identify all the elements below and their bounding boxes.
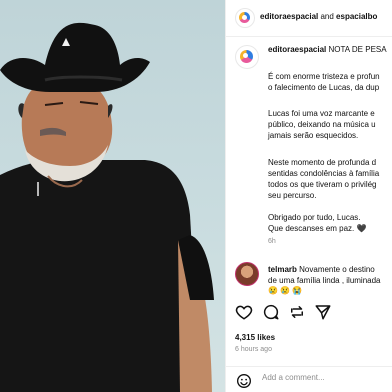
add-comment-input[interactable]: Add a comment... (262, 373, 325, 382)
photo-illustration (0, 22, 214, 392)
likes-count[interactable]: 4,315 likes (235, 333, 275, 342)
collab-account-link[interactable]: espacialbo (336, 12, 377, 21)
caption-title: NOTA DE PESA (328, 45, 387, 54)
caption-header: editoraespacial NOTA DE PESA (268, 45, 387, 54)
send-icon[interactable] (314, 303, 332, 321)
comment: telmarb Novamente o destino de uma famíl… (268, 264, 381, 286)
caption-time[interactable]: 6h (268, 238, 276, 245)
caption-line: todos os que tiveram o privilég (268, 180, 377, 189)
caption-line: Lucas foi uma voz marcante e (268, 109, 375, 118)
post-side-panel: editoraespacial and espacialbo editoraes… (225, 0, 392, 392)
caption-line: o falecimento de Lucas, da dup (268, 83, 380, 92)
header-joiner: and (318, 12, 337, 21)
header-avatar[interactable] (235, 8, 255, 28)
comment-avatar[interactable] (235, 262, 259, 286)
caption-line: seu percurso. (268, 191, 317, 200)
caption-line: Obrigado por tudo, Lucas. (268, 213, 361, 222)
share-icon[interactable] (288, 303, 306, 321)
caption-line: público, deixando na música u (268, 120, 376, 129)
caption-author-link[interactable]: editoraespacial (268, 45, 326, 54)
caption-line: jamais serão esquecidos. (268, 131, 359, 140)
caption-line: É com enorme tristeza e profun (268, 72, 380, 81)
caption-line: Neste momento de profunda d (268, 158, 377, 167)
comment-text-2: de uma família linda , iluminada (268, 276, 381, 285)
post-header-accounts: editoraespacial and espacialbo (260, 12, 377, 21)
comment-text: Novamente o destino (299, 265, 375, 274)
comment-icon[interactable] (262, 303, 280, 321)
caption-avatar[interactable] (235, 45, 259, 69)
caption-line: Que descanses em paz. 🖤 (268, 224, 367, 233)
heart-icon[interactable] (235, 303, 253, 321)
post-photo (0, 0, 225, 392)
account-link[interactable]: editoraespacial (260, 12, 318, 21)
comment-emojis: 😢 😢 😭 (268, 286, 303, 295)
caption-line: sentidas condolências à família (268, 169, 380, 178)
posted-time[interactable]: 6 hours ago (235, 346, 272, 353)
post-header: editoraespacial and espacialbo (226, 0, 392, 37)
emoji-icon[interactable] (236, 373, 252, 389)
comment-author-link[interactable]: telmarb (268, 265, 297, 274)
